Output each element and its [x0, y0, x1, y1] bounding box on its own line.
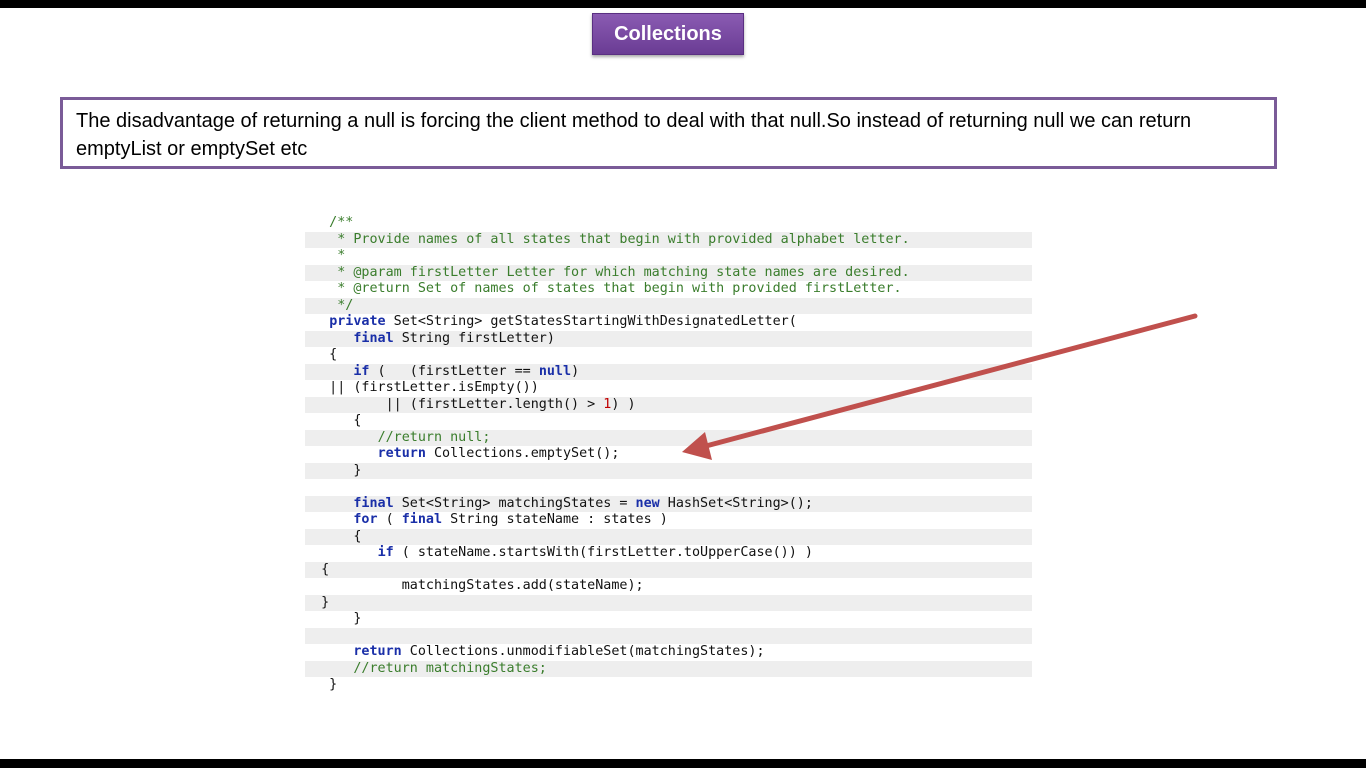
pointer-arrow	[682, 313, 1198, 460]
arrow-head	[682, 432, 712, 460]
bottom-black-bar	[0, 759, 1366, 768]
arrow-shaft	[703, 313, 1198, 449]
